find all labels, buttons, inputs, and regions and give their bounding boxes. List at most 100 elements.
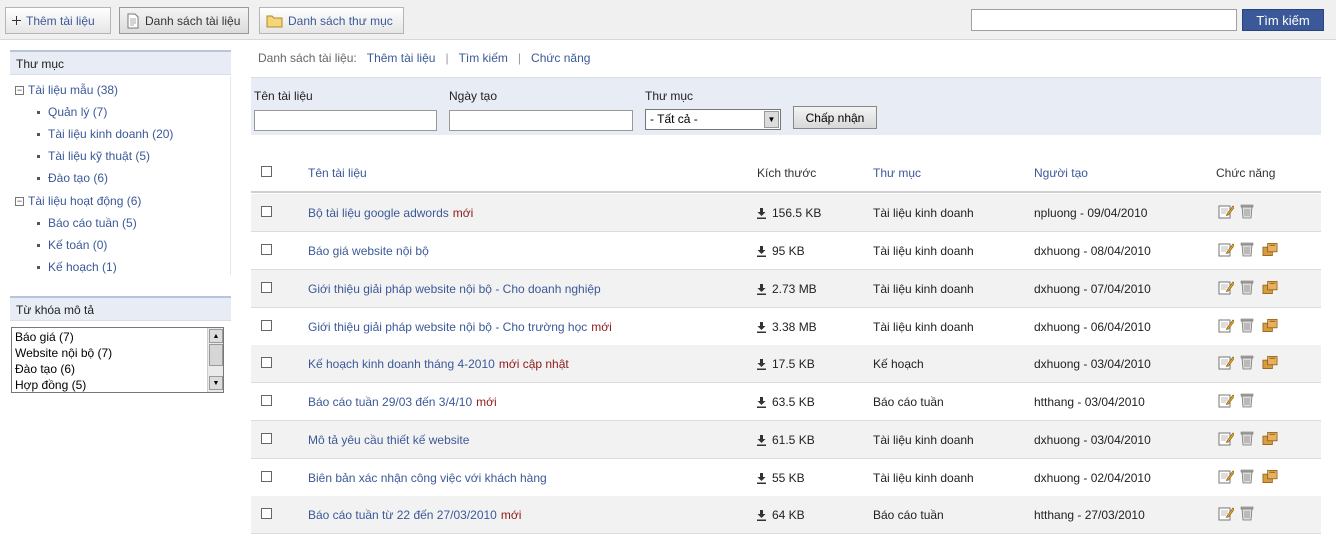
add-document-button[interactable]: Thêm tài liệu <box>5 7 111 34</box>
size-cell[interactable]: 64 KB <box>757 508 805 522</box>
tree-item[interactable]: Tài liệu kỹ thuật (5) <box>37 149 150 163</box>
row-checkbox[interactable] <box>261 320 272 331</box>
edit-icon[interactable] <box>1218 505 1234 521</box>
trash-icon[interactable] <box>1240 430 1256 446</box>
name-filter-input[interactable] <box>254 110 437 131</box>
document-name-link[interactable]: Biên bản xác nhận công việc với khách hà… <box>308 471 547 485</box>
row-checkbox[interactable] <box>261 244 272 255</box>
row-checkbox[interactable] <box>261 206 272 217</box>
row-checkbox[interactable] <box>261 433 272 444</box>
scroll-thumb[interactable] <box>209 344 223 366</box>
download-icon[interactable] <box>757 472 766 484</box>
chevron-down-icon[interactable]: ▼ <box>764 111 779 128</box>
document-name-link[interactable]: Kế hoạch kinh doanh tháng 4-2010 mới cập … <box>308 357 569 371</box>
tree-item[interactable]: Báo cáo tuần (5) <box>37 216 137 230</box>
tree-item[interactable]: Kế toán (0) <box>37 238 107 252</box>
edit-icon[interactable] <box>1218 392 1234 408</box>
tree-item[interactable]: Đào tạo (6) <box>37 171 108 185</box>
search-button[interactable]: Tìm kiếm <box>1242 9 1324 31</box>
box-icon[interactable] <box>1262 279 1278 295</box>
name-filter-label: Tên tài liệu <box>254 89 313 103</box>
trash-icon[interactable] <box>1240 354 1256 370</box>
keyword-option[interactable]: Hợp đồng (5) <box>15 378 86 392</box>
download-icon[interactable] <box>757 245 766 257</box>
breadcrumb-search-link[interactable]: Tìm kiếm <box>459 51 508 65</box>
apply-filter-button[interactable]: Chấp nhận <box>793 106 877 129</box>
edit-icon[interactable] <box>1218 468 1234 484</box>
header-folder[interactable]: Thư mục <box>873 166 921 180</box>
breadcrumb-add-link[interactable]: Thêm tài liệu <box>367 51 436 65</box>
box-icon[interactable] <box>1262 241 1278 257</box>
box-icon[interactable] <box>1262 354 1278 370</box>
folder-filter-select[interactable]: - Tất cả - ▼ <box>645 109 781 130</box>
tree-folder-operations[interactable]: − Tài liệu hoạt động (6) <box>15 194 141 208</box>
size-cell[interactable]: 3.38 MB <box>757 320 817 334</box>
box-icon[interactable] <box>1262 317 1278 333</box>
collapse-icon[interactable]: − <box>15 85 24 95</box>
row-checkbox[interactable] <box>261 395 272 406</box>
document-name-link[interactable]: Giới thiệu giải pháp website nội bộ - Ch… <box>308 320 612 334</box>
tree-item[interactable]: Kế hoạch (1) <box>37 260 117 274</box>
trash-icon[interactable] <box>1240 317 1256 333</box>
header-name[interactable]: Tên tài liệu <box>308 166 367 180</box>
document-name-link[interactable]: Giới thiệu giải pháp website nội bộ - Ch… <box>308 282 601 296</box>
trash-icon[interactable] <box>1240 505 1256 521</box>
collapse-icon[interactable]: − <box>15 196 24 206</box>
size-cell[interactable]: 17.5 KB <box>757 357 815 371</box>
row-checkbox[interactable] <box>261 357 272 368</box>
trash-icon[interactable] <box>1240 279 1256 295</box>
keyword-scrollbar[interactable]: ▲ ▼ <box>207 328 223 392</box>
edit-icon[interactable] <box>1218 241 1234 257</box>
row-actions <box>1218 505 1256 521</box>
edit-icon[interactable] <box>1218 354 1234 370</box>
download-icon[interactable] <box>757 321 766 333</box>
tree-folder-sample[interactable]: − Tài liệu mẫu (38) <box>15 83 118 97</box>
edit-icon[interactable] <box>1218 279 1234 295</box>
size-cell[interactable]: 2.73 MB <box>757 282 817 296</box>
trash-icon[interactable] <box>1240 241 1256 257</box>
size-cell[interactable]: 95 KB <box>757 244 805 258</box>
download-icon[interactable] <box>757 434 766 446</box>
tree-item[interactable]: Tài liệu kinh doanh (20) <box>37 127 173 141</box>
tree-item[interactable]: Quản lý (7) <box>37 105 107 119</box>
scroll-up-icon[interactable]: ▲ <box>209 329 223 343</box>
document-name-link[interactable]: Báo giá website nội bộ <box>308 244 429 258</box>
row-checkbox[interactable] <box>261 471 272 482</box>
edit-icon[interactable] <box>1218 203 1234 219</box>
download-icon[interactable] <box>757 207 766 219</box>
keyword-option[interactable]: Đào tạo (6) <box>15 362 75 376</box>
trash-icon[interactable] <box>1240 468 1256 484</box>
size-cell[interactable]: 63.5 KB <box>757 395 815 409</box>
document-name-link[interactable]: Mô tả yêu cầu thiết kế website <box>308 433 469 447</box>
search-input[interactable] <box>971 9 1237 31</box>
breadcrumb-functions-link[interactable]: Chức năng <box>531 51 590 65</box>
header-creator[interactable]: Người tạo <box>1034 166 1088 180</box>
download-icon[interactable] <box>757 358 766 370</box>
select-all-checkbox[interactable] <box>261 166 272 177</box>
document-list-button[interactable]: Danh sách tài liệu <box>119 7 249 34</box>
row-checkbox[interactable] <box>261 282 272 293</box>
box-icon[interactable] <box>1262 430 1278 446</box>
size-cell[interactable]: 61.5 KB <box>757 433 815 447</box>
download-icon[interactable] <box>757 396 766 408</box>
document-name-link[interactable]: Báo cáo tuần từ 22 đến 27/03/2010 mới <box>308 508 521 522</box>
trash-icon[interactable] <box>1240 203 1256 219</box>
keyword-option[interactable]: Báo giá (7) <box>15 330 74 344</box>
size-cell[interactable]: 156.5 KB <box>757 206 821 220</box>
edit-icon[interactable] <box>1218 430 1234 446</box>
date-filter-input[interactable] <box>449 110 633 131</box>
document-name-link[interactable]: Bộ tài liệu google adwords mới <box>308 206 473 220</box>
trash-icon[interactable] <box>1240 392 1256 408</box>
edit-icon[interactable] <box>1218 317 1234 333</box>
document-name-link[interactable]: Báo cáo tuần 29/03 đến 3/4/10 mới <box>308 395 497 409</box>
folder-list-button[interactable]: Danh sách thư mục <box>259 7 404 34</box>
download-icon[interactable] <box>757 283 766 295</box>
creator-cell: dxhuong - 08/04/2010 <box>1034 244 1151 258</box>
keyword-listbox[interactable]: Báo giá (7) Website nội bộ (7) Đào tạo (… <box>11 327 224 393</box>
box-icon[interactable] <box>1262 468 1278 484</box>
keyword-option[interactable]: Website nội bộ (7) <box>15 346 112 360</box>
size-cell[interactable]: 55 KB <box>757 471 805 485</box>
scroll-down-icon[interactable]: ▼ <box>209 376 223 390</box>
download-icon[interactable] <box>757 509 766 521</box>
row-checkbox[interactable] <box>261 508 272 519</box>
